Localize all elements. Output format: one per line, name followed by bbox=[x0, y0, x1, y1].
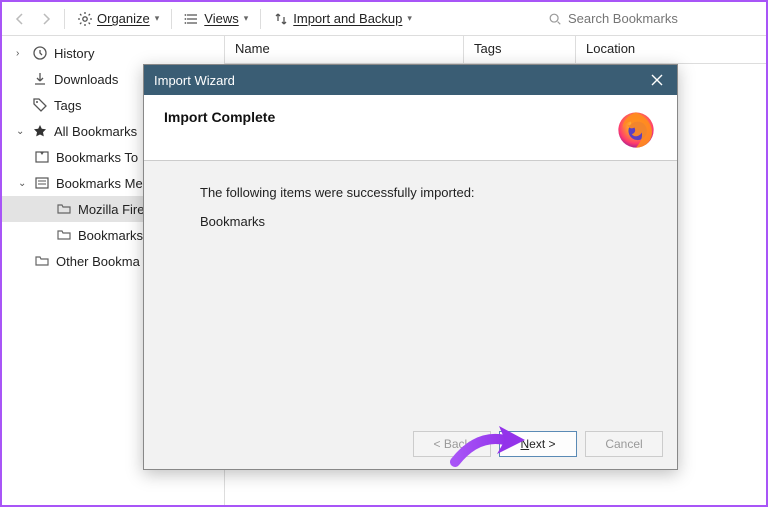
separator bbox=[171, 9, 172, 29]
dialog-footer: < Back Next > Cancel bbox=[413, 431, 663, 457]
sidebar-label: Other Bookma bbox=[56, 254, 140, 269]
column-name[interactable]: Name bbox=[225, 36, 464, 63]
gear-icon bbox=[77, 11, 93, 27]
dialog-message: The following items were successfully im… bbox=[200, 185, 657, 200]
close-button[interactable] bbox=[647, 70, 667, 90]
dialog-items: Bookmarks bbox=[200, 214, 657, 229]
expand-icon: › bbox=[16, 48, 26, 59]
download-icon bbox=[32, 71, 48, 87]
chevron-down-icon: ⌄ bbox=[18, 178, 28, 189]
chevron-down-icon: ▾ bbox=[407, 13, 412, 24]
organize-menu[interactable]: Organize ▾ bbox=[71, 9, 165, 29]
search-box[interactable] bbox=[540, 9, 760, 28]
chevron-down-icon: ▾ bbox=[244, 13, 249, 24]
folder-icon bbox=[56, 227, 72, 243]
separator bbox=[260, 9, 261, 29]
sidebar-label: History bbox=[54, 46, 94, 61]
import-export-icon bbox=[273, 11, 289, 27]
column-tags[interactable]: Tags bbox=[464, 36, 576, 63]
views-menu[interactable]: Views ▾ bbox=[178, 9, 254, 29]
clock-icon bbox=[32, 45, 48, 61]
folder-icon bbox=[56, 201, 72, 217]
sidebar-label: Bookmarks Me bbox=[56, 176, 143, 191]
sidebar-label: Bookmarks bbox=[78, 228, 143, 243]
cancel-button[interactable]: Cancel bbox=[585, 431, 663, 457]
import-backup-menu[interactable]: Import and Backup ▾ bbox=[267, 9, 418, 29]
dialog-header: Import Complete bbox=[144, 95, 677, 161]
sidebar-label: Downloads bbox=[54, 72, 118, 87]
bookmarks-toolbar-icon bbox=[34, 149, 50, 165]
sidebar-label: All Bookmarks bbox=[54, 124, 137, 139]
forward-button[interactable] bbox=[34, 7, 58, 31]
back-button[interactable]: < Back bbox=[413, 431, 491, 457]
toolbar: Organize ▾ Views ▾ Import and Backup ▾ bbox=[2, 2, 766, 36]
separator bbox=[64, 9, 65, 29]
column-headers: Name Tags Location bbox=[225, 36, 766, 64]
search-icon bbox=[548, 12, 562, 26]
import-wizard-dialog: Import Wizard Import Complete bbox=[143, 64, 678, 470]
chevron-down-icon: ▾ bbox=[155, 13, 160, 24]
import-backup-label: Import and Backup bbox=[293, 11, 402, 26]
search-input[interactable] bbox=[568, 11, 738, 26]
sidebar-label: Tags bbox=[54, 98, 81, 113]
folder-icon bbox=[34, 253, 50, 269]
back-button[interactable] bbox=[8, 7, 32, 31]
dialog-body: The following items were successfully im… bbox=[144, 161, 677, 267]
organize-label: Organize bbox=[97, 11, 150, 26]
bookmarks-menu-icon bbox=[34, 175, 50, 191]
sidebar-item-history[interactable]: › History bbox=[2, 40, 224, 66]
views-label: Views bbox=[204, 11, 238, 26]
dialog-title: Import Wizard bbox=[154, 73, 647, 88]
star-icon bbox=[32, 123, 48, 139]
list-icon bbox=[184, 11, 200, 27]
sidebar-label: Mozilla Fire bbox=[78, 202, 144, 217]
dialog-titlebar[interactable]: Import Wizard bbox=[144, 65, 677, 95]
firefox-logo-icon bbox=[615, 109, 657, 151]
chevron-down-icon: ⌄ bbox=[16, 126, 26, 137]
column-location[interactable]: Location bbox=[576, 36, 766, 63]
sidebar-label: Bookmarks To bbox=[56, 150, 138, 165]
next-button[interactable]: Next > bbox=[499, 431, 577, 457]
dialog-heading: Import Complete bbox=[164, 109, 275, 125]
tag-icon bbox=[32, 97, 48, 113]
